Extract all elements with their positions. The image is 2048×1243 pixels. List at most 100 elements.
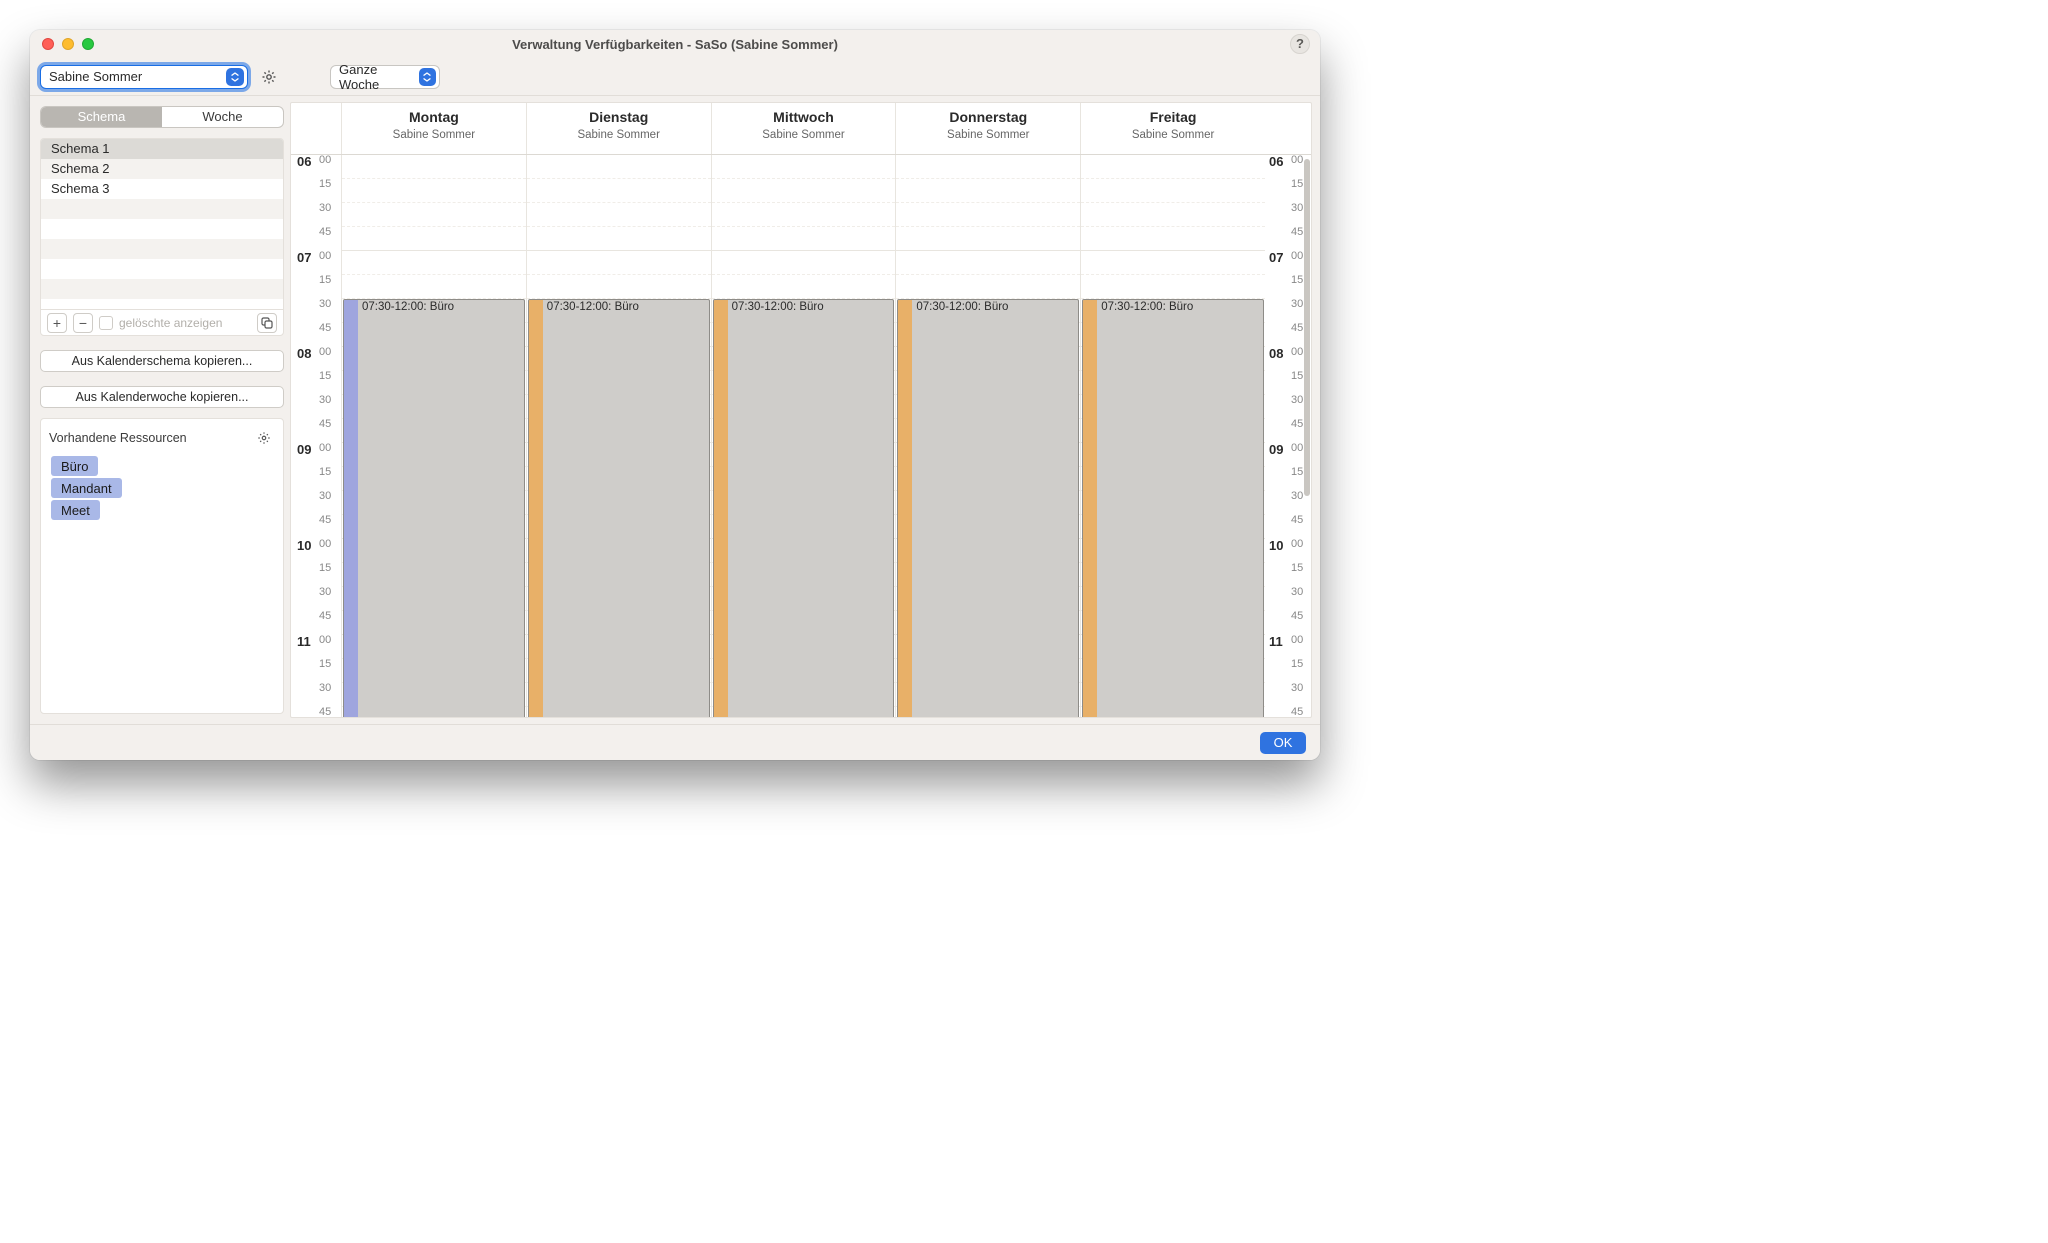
day-column[interactable]: 07:30-12:00: Büro [341, 155, 526, 717]
minute-label: 30 [1291, 202, 1303, 214]
day-header: Dienstag Sabine Sommer [526, 103, 711, 154]
day-name: Freitag [1081, 109, 1265, 125]
hour-label: 06 [1269, 155, 1283, 169]
schema-row[interactable]: Schema 1 [41, 139, 283, 159]
minute-label: 30 [1291, 394, 1303, 406]
minute-label: 15 [1291, 562, 1303, 574]
resource-chip[interactable]: Mandant [51, 478, 122, 498]
remove-schema-button[interactable]: − [73, 313, 93, 333]
event-color-bar [1083, 300, 1097, 717]
resources-settings-button[interactable] [253, 427, 275, 449]
hour-label: 07 [1269, 250, 1283, 265]
schema-row-empty [41, 199, 283, 219]
calendar-event[interactable]: 07:30-12:00: Büro [1082, 299, 1264, 717]
day-column[interactable]: 07:30-12:00: Büro [526, 155, 711, 717]
minute-label: 15 [319, 562, 331, 574]
time-axis-header-right [1265, 103, 1311, 154]
day-subname: Sabine Sommer [712, 129, 896, 141]
person-select[interactable]: Sabine Sommer [40, 65, 248, 89]
close-window-button[interactable] [42, 38, 54, 50]
minute-label: 15 [319, 466, 331, 478]
sidebar-tabs: Schema Woche [40, 106, 284, 128]
range-select[interactable]: Ganze Woche [330, 65, 440, 89]
schema-toolbar: + − gelöschte anzeigen [41, 309, 283, 335]
minimize-window-button[interactable] [62, 38, 74, 50]
day-header: Mittwoch Sabine Sommer [711, 103, 896, 154]
day-name: Donnerstag [896, 109, 1080, 125]
minute-label: 30 [319, 394, 331, 406]
day-column[interactable]: 07:30-12:00: Büro [1080, 155, 1265, 717]
minute-label: 45 [1291, 706, 1303, 717]
calendar-body[interactable]: 0600153045070015304508001530450900153045… [291, 155, 1311, 717]
add-schema-button[interactable]: + [47, 313, 67, 333]
resources-panel: Vorhandene Ressourcen Büro Mandant Meet [40, 418, 284, 714]
minute-label: 15 [1291, 178, 1303, 190]
minute-label: 15 [319, 658, 331, 670]
day-subname: Sabine Sommer [896, 129, 1080, 141]
calendar-event[interactable]: 07:30-12:00: Büro [528, 299, 710, 717]
minute-label: 30 [1291, 586, 1303, 598]
tab-schema[interactable]: Schema [41, 107, 162, 127]
schema-panel: Schema 1 Schema 2 Schema 3 + − gelöschte… [40, 138, 284, 336]
minute-label: 00 [1291, 634, 1303, 646]
schema-row-empty [41, 259, 283, 279]
calendar-event[interactable]: 07:30-12:00: Büro [713, 299, 895, 717]
toolbar: Sabine Sommer Ganze Woche [30, 58, 1320, 96]
schema-action-button[interactable] [257, 313, 277, 333]
minute-label: 00 [319, 442, 331, 454]
minute-label: 15 [319, 274, 331, 286]
event-label: 07:30-12:00: Büro [1101, 301, 1259, 313]
day-subname: Sabine Sommer [342, 129, 526, 141]
hour-label: 07 [297, 250, 311, 265]
day-name: Mittwoch [712, 109, 896, 125]
day-column[interactable]: 07:30-12:00: Büro [711, 155, 896, 717]
minute-label: 45 [1291, 418, 1303, 430]
schema-row[interactable]: Schema 2 [41, 159, 283, 179]
footer: OK [30, 724, 1320, 760]
person-select-value: Sabine Sommer [49, 69, 142, 84]
schema-list[interactable]: Schema 1 Schema 2 Schema 3 [41, 139, 283, 309]
day-columns: 07:30-12:00: Büro07:30-12:00: Büro07:30-… [341, 155, 1265, 717]
copy-from-schema-button[interactable]: Aus Kalenderschema kopieren... [40, 350, 284, 372]
show-deleted-label: gelöschte anzeigen [119, 316, 222, 330]
schema-row[interactable]: Schema 3 [41, 179, 283, 199]
minute-label: 45 [1291, 514, 1303, 526]
minute-label: 00 [319, 155, 331, 166]
hour-label: 10 [1269, 538, 1283, 553]
minute-label: 30 [319, 586, 331, 598]
body: Schema Woche Schema 1 Schema 2 Schema 3 … [30, 96, 1320, 724]
minute-label: 00 [1291, 155, 1303, 166]
day-header: Montag Sabine Sommer [341, 103, 526, 154]
day-name: Dienstag [527, 109, 711, 125]
minute-label: 15 [1291, 274, 1303, 286]
scrollbar-thumb[interactable] [1304, 159, 1310, 496]
day-column[interactable]: 07:30-12:00: Büro [895, 155, 1080, 717]
minute-label: 15 [1291, 658, 1303, 670]
minute-label: 30 [319, 682, 331, 694]
calendar-event[interactable]: 07:30-12:00: Büro [897, 299, 1079, 717]
day-subname: Sabine Sommer [527, 129, 711, 141]
calendar-event[interactable]: 07:30-12:00: Büro [343, 299, 525, 717]
ok-button[interactable]: OK [1260, 732, 1306, 754]
resource-chip[interactable]: Büro [51, 456, 98, 476]
hour-label: 11 [297, 634, 311, 649]
schema-row-empty [41, 219, 283, 239]
person-settings-button[interactable] [258, 66, 280, 88]
show-deleted-checkbox[interactable] [99, 316, 113, 330]
window-controls [30, 38, 94, 50]
resource-chip[interactable]: Meet [51, 500, 100, 520]
copy-from-week-button[interactable]: Aus Kalenderwoche kopieren... [40, 386, 284, 408]
tab-woche[interactable]: Woche [162, 107, 283, 127]
minute-label: 45 [319, 226, 331, 238]
minute-label: 30 [319, 490, 331, 502]
minute-label: 45 [319, 610, 331, 622]
minute-label: 30 [1291, 298, 1303, 310]
resources-header-row: Vorhandene Ressourcen [41, 423, 283, 455]
minute-label: 45 [319, 514, 331, 526]
help-button[interactable]: ? [1290, 34, 1310, 54]
minute-label: 15 [1291, 466, 1303, 478]
minute-label: 00 [319, 250, 331, 262]
calendar-scrollbar[interactable] [1303, 155, 1311, 717]
zoom-window-button[interactable] [82, 38, 94, 50]
minute-label: 00 [319, 538, 331, 550]
